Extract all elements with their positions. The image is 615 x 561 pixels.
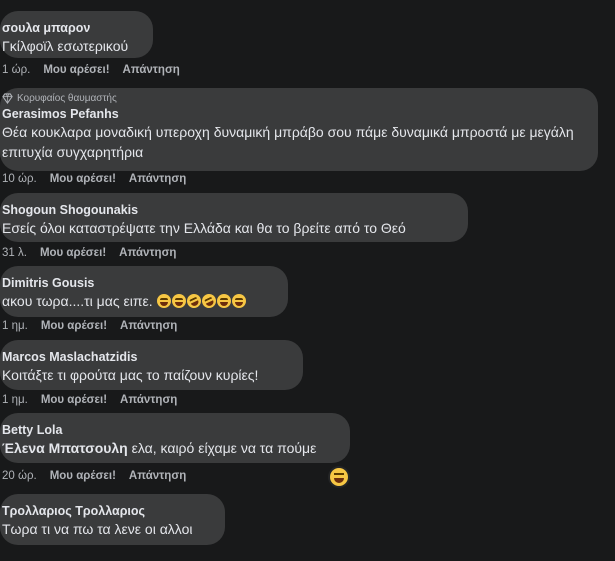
reply-link[interactable]: Απάντηση [129,173,186,185]
reply-link[interactable]: Απάντηση [123,64,180,76]
comment-text-body: ακου τωρα....τι μας ειπε. [2,293,153,309]
comment-bubble: Τρολλαριος Τρολλαριος Τωρα τι να πω τα λ… [0,494,225,545]
comment-bubble: Marcos Maslachatzidis Κοιτάξτε τι φρούτα… [0,340,303,390]
comment-actions: 20 ώρ. Μου αρέσει! Απάντηση [2,470,199,482]
comment-text: Εσείς όλοι καταστρέψατε την Ελλάδα και θ… [2,220,406,236]
badge-label: Κορυφαίος θαυμαστής [17,93,117,104]
laughing-emoji-icon [216,294,231,308]
comment-actions: 1 ημ. Μου αρέσει! Απάντηση [2,320,190,332]
comment-item: σουλα μπαρον Γκίλφοϊλ εσωτερικού [0,11,153,58]
comment-actions: 1 ώρ. Μου αρέσει! Απάντηση [2,64,193,76]
comment-text: Κοιτάξτε τι φρούτα μας το παίζουν κυρίες… [2,367,259,383]
comment-author[interactable]: σουλα μπαρον [2,20,141,36]
like-link[interactable]: Μου αρέσει! [50,173,116,185]
comment-text: Έλενα Μπατσουλη ελα, καιρό είχαμε να τα … [2,438,338,458]
like-link[interactable]: Μου αρέσει! [41,394,107,406]
comment-author[interactable]: Betty Lola [2,422,338,438]
comment-item: Dimitris Gousis ακου τωρα....τι μας ειπε… [0,266,288,317]
comment-bubble: Betty Lola Έλενα Μπατσουλη ελα, καιρό εί… [0,413,350,463]
laughing-emoji-icon[interactable] [330,468,348,486]
like-link[interactable]: Μου αρέσει! [50,470,116,482]
comment-time[interactable]: 1 ημ. [2,394,28,406]
top-fan-badge: Κορυφαίος θαυμαστής [2,93,586,104]
comment-item: Marcos Maslachatzidis Κοιτάξτε τι φρούτα… [0,340,303,390]
comment-time[interactable]: 20 ώρ. [2,470,37,482]
comment-item: Κορυφαίος θαυμαστής Gerasimos Pefanhs Θέ… [0,88,598,171]
comment-author[interactable]: Shogoun Shogounakis [2,202,456,218]
comment-time[interactable]: 31 λ. [2,247,27,259]
comment-text-body: ελα, καιρό είχαμε να τα πούμε [131,440,317,456]
like-link[interactable]: Μου αρέσει! [41,320,107,332]
mention-link[interactable]: Έλενα Μπατσουλη [2,440,128,456]
comment-author[interactable]: Dimitris Gousis [2,275,276,291]
reply-link[interactable]: Απάντηση [120,320,177,332]
comment-author[interactable]: Τρολλαριος Τρολλαριος [2,503,213,519]
comment-item: Τρολλαριος Τρολλαριος Τωρα τι να πω τα λ… [0,494,225,545]
like-link[interactable]: Μου αρέσει! [43,64,109,76]
comment-item: Shogoun Shogounakis Εσείς όλοι καταστρέψ… [0,193,468,242]
laughing-emoji-icon [231,294,246,308]
comment-time[interactable]: 1 ώρ. [2,64,30,76]
comment-author[interactable]: Gerasimos Pefanhs [2,106,586,122]
comment-text: Τωρα τι να πω τα λενε οι αλλοι [2,521,193,537]
comment-text: Γκίλφοϊλ εσωτερικού [2,38,129,54]
comment-author[interactable]: Marcos Maslachatzidis [2,349,291,365]
comment-actions: 10 ώρ. Μου αρέσει! Απάντηση [2,173,199,185]
laughing-emoji-icon [171,294,186,308]
comment-item: Betty Lola Έλενα Μπατσουλη ελα, καιρό εί… [0,413,350,463]
reply-link[interactable]: Απάντηση [120,394,177,406]
like-link[interactable]: Μου αρέσει! [40,247,106,259]
reply-link[interactable]: Απάντηση [129,470,186,482]
rofl-emoji-icon [184,291,203,311]
comment-bubble: Shogoun Shogounakis Εσείς όλοι καταστρέψ… [0,193,468,242]
comment-bubble: σουλα μπαρον Γκίλφοϊλ εσωτερικού [0,11,153,58]
comment-bubble: Dimitris Gousis ακου τωρα....τι μας ειπε… [0,266,288,317]
diamond-icon [2,93,13,104]
laughing-emoji-icon [156,294,171,308]
rofl-emoji-icon [199,291,218,311]
comment-text: ακου τωρα....τι μας ειπε. [2,291,276,311]
reply-link[interactable]: Απάντηση [119,247,176,259]
comment-bubble: Κορυφαίος θαυμαστής Gerasimos Pefanhs Θέ… [0,88,598,171]
comment-actions: 1 ημ. Μου αρέσει! Απάντηση [2,394,190,406]
comment-text: Θέα κουκλαρα μοναδική υπεροχη δυναμική μ… [2,124,574,160]
comment-actions: 31 λ. Μου αρέσει! Απάντηση [2,247,189,259]
comment-time[interactable]: 1 ημ. [2,320,28,332]
comment-time[interactable]: 10 ώρ. [2,173,37,185]
